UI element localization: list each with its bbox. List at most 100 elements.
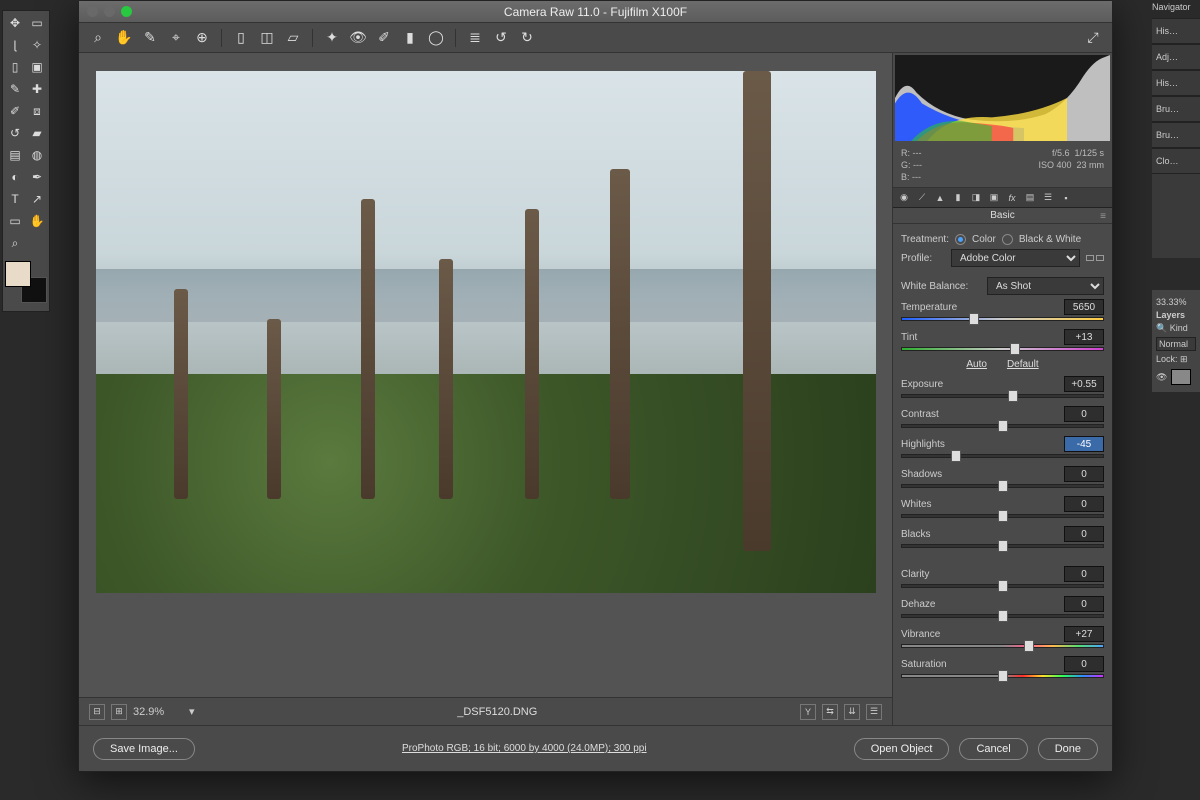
move-tool-icon[interactable]: ✥ (5, 13, 25, 33)
presets-tab-icon[interactable]: ☰ (1041, 191, 1055, 205)
adjustments-tab[interactable]: Adj… (1152, 44, 1200, 70)
blacks-track[interactable] (901, 544, 1104, 548)
shadows-track[interactable] (901, 484, 1104, 488)
color-sampler-icon[interactable]: ⌖ (167, 29, 185, 47)
tint-value[interactable] (1064, 329, 1104, 345)
crop-tool-icon[interactable]: ▯ (232, 29, 250, 47)
saturation-track[interactable] (901, 674, 1104, 678)
fill-icon[interactable]: ⊞ (111, 704, 127, 720)
save-image-button[interactable]: Save Image... (93, 738, 195, 760)
dodge-tool-icon[interactable]: ◐ (5, 167, 25, 187)
highlights-thumb[interactable] (951, 450, 961, 462)
highlights-value[interactable] (1064, 436, 1104, 452)
contrast-track[interactable] (901, 424, 1104, 428)
fit-icon[interactable]: ⊟ (89, 704, 105, 720)
hsl-tab-icon[interactable]: ▮ (951, 191, 965, 205)
done-button[interactable]: Done (1038, 738, 1098, 760)
dehaze-track[interactable] (901, 614, 1104, 618)
exposure-value[interactable] (1064, 376, 1104, 392)
snapshots-tab-icon[interactable]: ▪ (1059, 191, 1073, 205)
blend-mode[interactable]: Normal (1156, 337, 1196, 351)
wb-select[interactable]: As Shot (987, 277, 1104, 295)
clarity-track[interactable] (901, 584, 1104, 588)
basic-tab-icon[interactable]: ◉ (897, 191, 911, 205)
zoom-level[interactable]: 32.9% (133, 706, 183, 718)
path-tool-icon[interactable]: ↗ (27, 189, 47, 209)
whites-value[interactable] (1064, 496, 1104, 512)
exposure-thumb[interactable] (1008, 390, 1018, 402)
panel-menu-icon[interactable]: ≡ (1100, 211, 1106, 222)
vibrance-value[interactable] (1064, 626, 1104, 642)
wand-tool-icon[interactable]: ✧ (27, 35, 47, 55)
radial-filter-icon[interactable]: ◯ (427, 29, 445, 47)
hand-tool-icon[interactable]: ✋ (115, 29, 133, 47)
temperature-thumb[interactable] (969, 313, 979, 325)
color-swatch[interactable] (5, 261, 47, 303)
maximize-icon[interactable] (121, 6, 132, 17)
tint-thumb[interactable] (1010, 343, 1020, 355)
type-tool-icon[interactable]: T (5, 189, 25, 209)
auto-link[interactable]: Auto (966, 359, 987, 370)
clarity-value[interactable] (1064, 566, 1104, 582)
dehaze-value[interactable] (1064, 596, 1104, 612)
fg-swatch[interactable] (5, 261, 31, 287)
blur-tool-icon[interactable]: ◍ (27, 145, 47, 165)
shadows-thumb[interactable] (998, 480, 1008, 492)
whites-thumb[interactable] (998, 510, 1008, 522)
treatment-bw-radio[interactable] (1002, 234, 1013, 245)
fullscreen-icon[interactable]: ⤢ (1084, 29, 1102, 47)
kind-filter[interactable]: 🔍 Kind (1156, 323, 1196, 334)
image-preview[interactable] (96, 71, 876, 593)
vibrance-track[interactable] (901, 644, 1104, 648)
cancel-button[interactable]: Cancel (959, 738, 1027, 760)
straighten-tool-icon[interactable]: ◫ (258, 29, 276, 47)
prefs-icon[interactable]: ≣ (466, 29, 484, 47)
frame-tool-icon[interactable]: ▣ (27, 57, 47, 77)
split-tab-icon[interactable]: ◨ (969, 191, 983, 205)
whites-track[interactable] (901, 514, 1104, 518)
eraser-tool-icon[interactable]: ▰ (27, 123, 47, 143)
blacks-value[interactable] (1064, 526, 1104, 542)
zoom-tool-icon[interactable]: ⌕ (5, 233, 25, 253)
saturation-value[interactable] (1064, 656, 1104, 672)
crop-tool-icon[interactable]: ▯ (5, 57, 25, 77)
profile-browser-icon[interactable] (1086, 255, 1104, 261)
exposure-track[interactable] (901, 394, 1104, 398)
eyedropper-tool-icon[interactable]: ✎ (5, 79, 25, 99)
marquee-tool-icon[interactable]: ▭ (27, 13, 47, 33)
blacks-thumb[interactable] (998, 540, 1008, 552)
chevron-down-icon[interactable]: ▾ (189, 705, 195, 718)
rotate-ccw-icon[interactable]: ↺ (492, 29, 510, 47)
history-tab[interactable]: His… (1152, 18, 1200, 44)
layer-row[interactable]: 👁 (1156, 369, 1196, 385)
brushes-tab[interactable]: Bru… (1152, 96, 1200, 122)
swap-icon[interactable]: ⇆ (822, 704, 838, 720)
before-after-icon[interactable]: Y (800, 704, 816, 720)
vibrance-thumb[interactable] (1024, 640, 1034, 652)
workflow-link[interactable]: ProPhoto RGB; 16 bit; 6000 by 4000 (24.0… (205, 743, 844, 754)
tint-track[interactable] (901, 347, 1104, 351)
redeye-icon[interactable]: 👁 (349, 29, 367, 47)
temperature-value[interactable] (1064, 299, 1104, 315)
temperature-track[interactable] (901, 317, 1104, 321)
fx-tab-icon[interactable]: fx (1005, 191, 1019, 205)
treatment-color-radio[interactable] (955, 234, 966, 245)
heal-tool-icon[interactable]: ✚ (27, 79, 47, 99)
shadows-value[interactable] (1064, 466, 1104, 482)
close-icon[interactable] (87, 6, 98, 17)
clone-tab[interactable]: Clo… (1152, 148, 1200, 174)
hand-tool-icon[interactable]: ✋ (27, 211, 47, 231)
target-adjust-icon[interactable]: ⊕ (193, 29, 211, 47)
pen-tool-icon[interactable]: ✒ (27, 167, 47, 187)
saturation-thumb[interactable] (998, 670, 1008, 682)
brush-settings-tab[interactable]: Bru… (1152, 122, 1200, 148)
history-brush-icon[interactable]: ↺ (5, 123, 25, 143)
adj-brush-icon[interactable]: ✐ (375, 29, 393, 47)
default-link[interactable]: Default (1007, 359, 1039, 370)
contrast-value[interactable] (1064, 406, 1104, 422)
open-object-button[interactable]: Open Object (854, 738, 950, 760)
clarity-thumb[interactable] (998, 580, 1008, 592)
rotate-cw-icon[interactable]: ↻ (518, 29, 536, 47)
brush-tool-icon[interactable]: ✐ (5, 101, 25, 121)
zoom-tool-icon[interactable]: ⌕ (89, 29, 107, 47)
